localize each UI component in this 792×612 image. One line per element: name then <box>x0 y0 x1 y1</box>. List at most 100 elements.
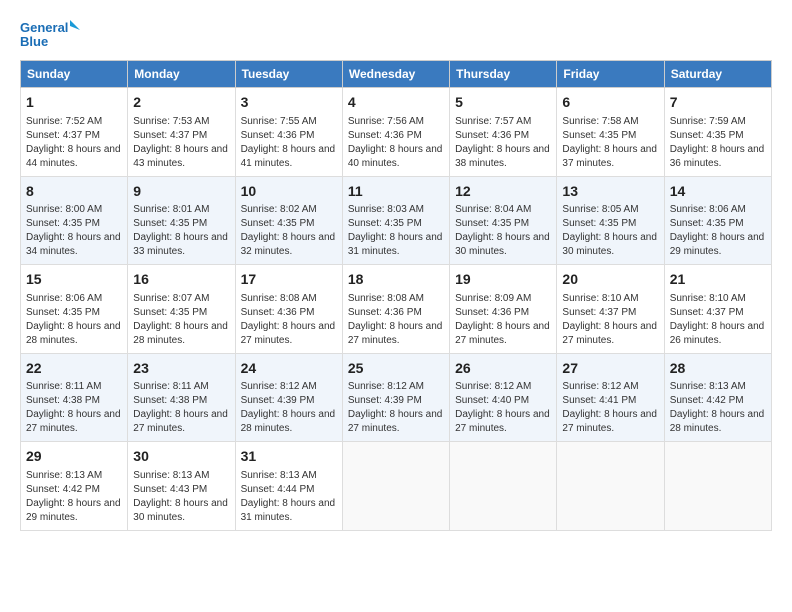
calendar-cell: 3 Sunrise: 7:55 AM Sunset: 4:36 PM Dayli… <box>235 88 342 177</box>
daylight-label: Daylight: 8 hours and 27 minutes. <box>455 409 550 434</box>
calendar-cell: 26 Sunrise: 8:12 AM Sunset: 4:40 PM Dayl… <box>450 353 557 442</box>
daylight-label: Daylight: 8 hours and 26 minutes. <box>670 321 765 346</box>
sunset-label: Sunset: 4:35 PM <box>26 307 100 318</box>
sunset-label: Sunset: 4:35 PM <box>670 130 744 141</box>
sunset-label: Sunset: 4:36 PM <box>455 130 529 141</box>
sunrise-label: Sunrise: 8:02 AM <box>241 204 317 215</box>
calendar-cell: 4 Sunrise: 7:56 AM Sunset: 4:36 PM Dayli… <box>342 88 449 177</box>
calendar-cell: 9 Sunrise: 8:01 AM Sunset: 4:35 PM Dayli… <box>128 176 235 265</box>
sunrise-label: Sunrise: 7:59 AM <box>670 116 746 127</box>
day-number: 27 <box>562 359 658 379</box>
col-header-saturday: Saturday <box>664 61 771 88</box>
col-header-wednesday: Wednesday <box>342 61 449 88</box>
sunset-label: Sunset: 4:36 PM <box>348 130 422 141</box>
calendar-cell: 23 Sunrise: 8:11 AM Sunset: 4:38 PM Dayl… <box>128 353 235 442</box>
daylight-label: Daylight: 8 hours and 28 minutes. <box>26 321 121 346</box>
sunrise-label: Sunrise: 8:12 AM <box>241 381 317 392</box>
sunset-label: Sunset: 4:38 PM <box>133 395 207 406</box>
day-number: 22 <box>26 359 122 379</box>
sunrise-label: Sunrise: 8:12 AM <box>348 381 424 392</box>
col-header-thursday: Thursday <box>450 61 557 88</box>
day-number: 23 <box>133 359 229 379</box>
svg-text:General: General <box>20 20 68 35</box>
sunrise-label: Sunrise: 7:58 AM <box>562 116 638 127</box>
daylight-label: Daylight: 8 hours and 27 minutes. <box>26 409 121 434</box>
day-number: 29 <box>26 447 122 467</box>
daylight-label: Daylight: 8 hours and 30 minutes. <box>133 498 228 523</box>
col-header-tuesday: Tuesday <box>235 61 342 88</box>
sunrise-label: Sunrise: 8:13 AM <box>133 470 209 481</box>
day-number: 30 <box>133 447 229 467</box>
calendar-cell: 31 Sunrise: 8:13 AM Sunset: 4:44 PM Dayl… <box>235 442 342 531</box>
calendar-cell: 16 Sunrise: 8:07 AM Sunset: 4:35 PM Dayl… <box>128 265 235 354</box>
daylight-label: Daylight: 8 hours and 43 minutes. <box>133 144 228 169</box>
sunset-label: Sunset: 4:35 PM <box>670 218 744 229</box>
sunset-label: Sunset: 4:35 PM <box>562 130 636 141</box>
sunset-label: Sunset: 4:39 PM <box>348 395 422 406</box>
sunset-label: Sunset: 4:41 PM <box>562 395 636 406</box>
sunrise-label: Sunrise: 8:06 AM <box>670 204 746 215</box>
sunrise-label: Sunrise: 8:13 AM <box>26 470 102 481</box>
sunrise-label: Sunrise: 7:57 AM <box>455 116 531 127</box>
calendar-cell: 21 Sunrise: 8:10 AM Sunset: 4:37 PM Dayl… <box>664 265 771 354</box>
col-header-friday: Friday <box>557 61 664 88</box>
day-number: 14 <box>670 182 766 202</box>
calendar-cell <box>664 442 771 531</box>
sunset-label: Sunset: 4:35 PM <box>348 218 422 229</box>
calendar-cell: 7 Sunrise: 7:59 AM Sunset: 4:35 PM Dayli… <box>664 88 771 177</box>
sunrise-label: Sunrise: 8:04 AM <box>455 204 531 215</box>
sunrise-label: Sunrise: 7:55 AM <box>241 116 317 127</box>
calendar-cell: 20 Sunrise: 8:10 AM Sunset: 4:37 PM Dayl… <box>557 265 664 354</box>
daylight-label: Daylight: 8 hours and 27 minutes. <box>133 409 228 434</box>
day-number: 9 <box>133 182 229 202</box>
day-number: 17 <box>241 270 337 290</box>
page-header: General Blue <box>20 16 772 56</box>
calendar-cell: 22 Sunrise: 8:11 AM Sunset: 4:38 PM Dayl… <box>21 353 128 442</box>
day-number: 18 <box>348 270 444 290</box>
calendar-cell: 29 Sunrise: 8:13 AM Sunset: 4:42 PM Dayl… <box>21 442 128 531</box>
calendar-cell: 17 Sunrise: 8:08 AM Sunset: 4:36 PM Dayl… <box>235 265 342 354</box>
svg-text:Blue: Blue <box>20 34 48 49</box>
sunrise-label: Sunrise: 8:01 AM <box>133 204 209 215</box>
sunrise-label: Sunrise: 8:11 AM <box>26 381 101 392</box>
day-number: 15 <box>26 270 122 290</box>
sunrise-label: Sunrise: 7:52 AM <box>26 116 102 127</box>
day-number: 2 <box>133 93 229 113</box>
calendar-cell: 30 Sunrise: 8:13 AM Sunset: 4:43 PM Dayl… <box>128 442 235 531</box>
sunset-label: Sunset: 4:35 PM <box>26 218 100 229</box>
daylight-label: Daylight: 8 hours and 27 minutes. <box>348 409 443 434</box>
daylight-label: Daylight: 8 hours and 27 minutes. <box>241 321 336 346</box>
daylight-label: Daylight: 8 hours and 28 minutes. <box>133 321 228 346</box>
sunset-label: Sunset: 4:39 PM <box>241 395 315 406</box>
day-number: 4 <box>348 93 444 113</box>
daylight-label: Daylight: 8 hours and 40 minutes. <box>348 144 443 169</box>
sunrise-label: Sunrise: 8:12 AM <box>455 381 531 392</box>
day-number: 11 <box>348 182 444 202</box>
day-number: 7 <box>670 93 766 113</box>
daylight-label: Daylight: 8 hours and 38 minutes. <box>455 144 550 169</box>
sunset-label: Sunset: 4:38 PM <box>26 395 100 406</box>
sunset-label: Sunset: 4:42 PM <box>26 484 100 495</box>
day-number: 13 <box>562 182 658 202</box>
calendar-cell: 13 Sunrise: 8:05 AM Sunset: 4:35 PM Dayl… <box>557 176 664 265</box>
day-number: 16 <box>133 270 229 290</box>
sunrise-label: Sunrise: 8:13 AM <box>241 470 317 481</box>
logo: General Blue <box>20 16 80 56</box>
sunrise-label: Sunrise: 8:06 AM <box>26 293 102 304</box>
sunrise-label: Sunrise: 8:00 AM <box>26 204 102 215</box>
sunset-label: Sunset: 4:44 PM <box>241 484 315 495</box>
week-row-3: 15 Sunrise: 8:06 AM Sunset: 4:35 PM Dayl… <box>21 265 772 354</box>
daylight-label: Daylight: 8 hours and 27 minutes. <box>562 409 657 434</box>
daylight-label: Daylight: 8 hours and 44 minutes. <box>26 144 121 169</box>
day-number: 3 <box>241 93 337 113</box>
day-number: 28 <box>670 359 766 379</box>
daylight-label: Daylight: 8 hours and 27 minutes. <box>348 321 443 346</box>
daylight-label: Daylight: 8 hours and 34 minutes. <box>26 232 121 257</box>
sunset-label: Sunset: 4:37 PM <box>562 307 636 318</box>
daylight-label: Daylight: 8 hours and 30 minutes. <box>562 232 657 257</box>
day-number: 25 <box>348 359 444 379</box>
calendar-cell: 28 Sunrise: 8:13 AM Sunset: 4:42 PM Dayl… <box>664 353 771 442</box>
calendar-cell: 25 Sunrise: 8:12 AM Sunset: 4:39 PM Dayl… <box>342 353 449 442</box>
calendar-cell: 19 Sunrise: 8:09 AM Sunset: 4:36 PM Dayl… <box>450 265 557 354</box>
sunset-label: Sunset: 4:40 PM <box>455 395 529 406</box>
